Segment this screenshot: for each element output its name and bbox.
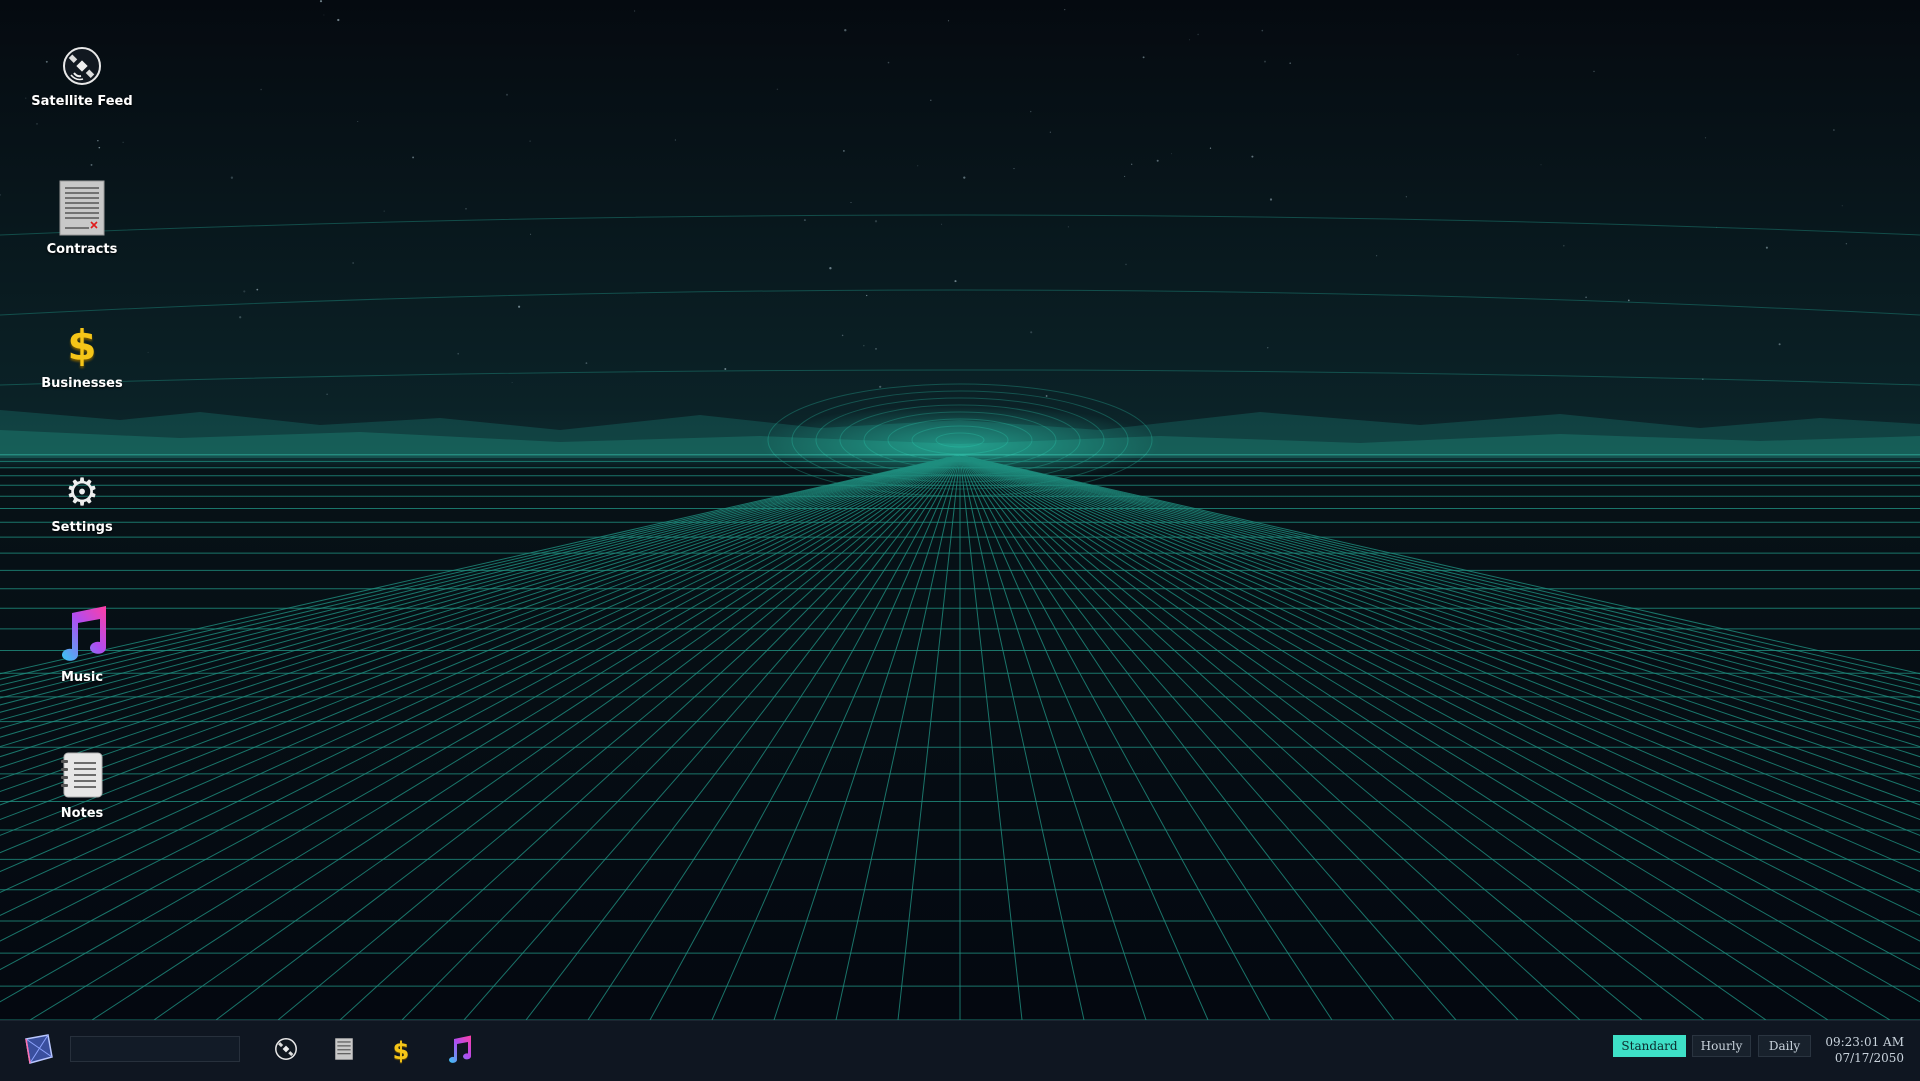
- taskbar: $ Standard Hourly Daily 09:23:01 AM 07/1…: [0, 1020, 1920, 1081]
- clock-time: 09:23:01 AM: [1825, 1035, 1904, 1049]
- pinned-businesses[interactable]: $: [383, 1033, 419, 1069]
- satellite-icon: [274, 1037, 298, 1065]
- desktop-icon-label: Notes: [60, 806, 104, 821]
- time-speed-daily-button[interactable]: Daily: [1758, 1035, 1811, 1057]
- taskbar-search-input[interactable]: [70, 1036, 240, 1062]
- desktop-icon-notes[interactable]: Notes: [12, 750, 152, 821]
- clock-date: 07/17/2050: [1834, 1051, 1904, 1065]
- pinned-music[interactable]: [441, 1033, 477, 1069]
- music-note-icon: [52, 602, 112, 664]
- notebook-icon: [59, 750, 105, 800]
- pinned-contracts[interactable]: [326, 1033, 362, 1069]
- satellite-icon: [60, 44, 104, 88]
- desktop-icon-satellite-feed[interactable]: Satellite Feed: [12, 44, 152, 109]
- contract-document-icon: [57, 180, 107, 236]
- clock: 09:23:01 AM 07/17/2050: [1825, 1034, 1904, 1066]
- desktop-icon-contracts[interactable]: Contracts: [12, 180, 152, 257]
- time-speed-standard-button[interactable]: Standard: [1613, 1035, 1686, 1057]
- desktop-icon-settings[interactable]: ⚙ Settings: [12, 470, 152, 535]
- desktop-icon-label: Satellite Feed: [31, 94, 133, 109]
- pinned-satellite-feed[interactable]: [268, 1033, 304, 1069]
- cube-logo-icon: [20, 1033, 56, 1069]
- synthwave-grid-wallpaper: [0, 0, 1920, 1020]
- dollar-sign-icon: $: [392, 1037, 410, 1065]
- desktop-icon-label: Music: [60, 670, 104, 685]
- desktop-icon-label: Businesses: [41, 376, 123, 391]
- time-speed-hourly-button[interactable]: Hourly: [1692, 1035, 1751, 1057]
- desktop-icon-label: Settings: [51, 520, 113, 535]
- desktop-icon-label: Contracts: [46, 242, 118, 257]
- contract-document-icon: [335, 1038, 353, 1064]
- gear-icon: ⚙: [64, 470, 100, 514]
- dollar-sign-icon: $: [67, 321, 97, 370]
- desktop-icon-businesses[interactable]: $ Businesses: [12, 321, 152, 392]
- desktop-icon-music[interactable]: Music: [12, 602, 152, 685]
- start-button[interactable]: [18, 1033, 58, 1069]
- music-note-icon: [445, 1034, 473, 1068]
- desktop: Satellite Feed Contracts $ Businesses ⚙ …: [0, 0, 1920, 1020]
